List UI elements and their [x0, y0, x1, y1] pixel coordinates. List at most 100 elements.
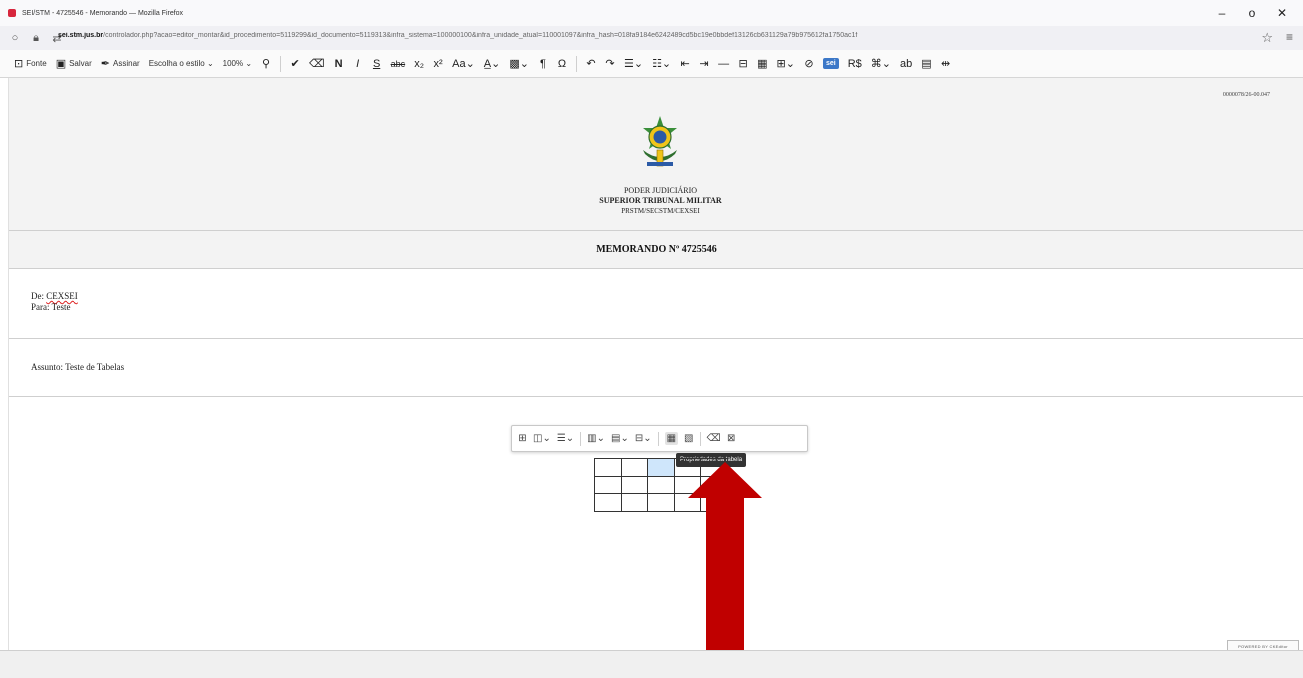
underline-icon[interactable]: S [372, 58, 382, 70]
minimize-button[interactable]: – [1207, 4, 1237, 22]
expand-icon[interactable]: ⇹ [941, 57, 951, 70]
document-page[interactable]: 0000078/26-00.047 PODER JUDICIÁRIO SUPER… [8, 78, 1303, 650]
sei-link-button[interactable]: sei [822, 58, 839, 69]
to-line: Para: Teste [31, 302, 71, 312]
table-icon[interactable]: ⊞ [518, 433, 527, 444]
fonte-label: Fonte [26, 59, 47, 68]
fonte-button[interactable]: ⊡ Fonte [14, 54, 47, 74]
url-field[interactable]: sei.stm.jus.br/controlador.php?acao=edit… [58, 32, 1148, 39]
outdent-icon[interactable]: ⇤ [680, 57, 690, 70]
recipients-section[interactable]: De: CEXSEI Para: Teste [9, 269, 1303, 339]
url-path: /controlador.php?acao=editor_montar&id_p… [103, 32, 858, 39]
table-properties-icon[interactable]: ▦ [664, 432, 679, 445]
from-line: De: CEXSEI [31, 291, 78, 301]
eraser-icon[interactable]: ⌫ [707, 433, 721, 444]
window-controls: – o ✕ [1207, 4, 1297, 22]
subject-line: Assunto: Teste de Tabelas [31, 362, 125, 372]
editor-toolbar: ⊡ Fonte ▣ Salvar ✒ Assinar Escolha o estilo… [0, 50, 1303, 78]
source-code-icon: ⊡ [14, 58, 24, 70]
special-char-icon[interactable]: Ω [557, 58, 567, 70]
redo-icon[interactable]: ↷ [605, 57, 615, 70]
italic-icon[interactable]: I [353, 58, 363, 70]
link-icon[interactable]: ⊘ [804, 57, 814, 70]
url-host: sei.stm.jus.br [58, 32, 104, 39]
font-size-icon[interactable]: Aa⌄ [452, 57, 475, 70]
editor-footer [0, 650, 1303, 678]
table-row-icon[interactable]: ☰⌄ [557, 433, 574, 444]
org-line-1: PODER JUDICIÁRIO [623, 186, 698, 195]
assinar-label: Assinar [113, 59, 140, 68]
background-color-icon[interactable]: ▩⌄ [509, 57, 529, 70]
pen-icon: ✒ [100, 58, 110, 70]
bold-icon[interactable]: N [334, 58, 344, 70]
merge-cells-icon[interactable]: ⊟⌄ [635, 433, 652, 444]
remove-format-icon[interactable]: ⌫ [309, 57, 325, 70]
sei-favicon-icon [8, 9, 16, 17]
numbered-list-icon[interactable]: ☰⌄ [624, 57, 643, 70]
strikethrough-icon[interactable]: abc [391, 59, 406, 69]
undo-icon[interactable]: ↶ [586, 57, 596, 70]
horizontal-line-icon[interactable]: — [718, 58, 729, 70]
text-case-icon[interactable]: ab [900, 58, 912, 70]
table-cell-selected[interactable] [647, 458, 675, 477]
salvar-button[interactable]: ▣ Salvar [56, 54, 92, 74]
zoom-select[interactable]: 100% ⌄ [223, 54, 252, 74]
paragraph-mark-icon[interactable]: ¶ [538, 58, 548, 70]
close-button[interactable]: ✕ [1267, 4, 1297, 22]
toolbar-separator [575, 55, 577, 72]
bookmark-star-icon[interactable]: ☆ [1261, 30, 1273, 46]
subscript-icon[interactable]: x₂ [414, 58, 424, 70]
currency-icon[interactable]: R$ [848, 58, 862, 70]
from-value: CEXSEI [46, 291, 78, 301]
text-color-icon[interactable]: A̲⌄ [484, 57, 501, 70]
bulleted-list-icon[interactable]: ☷⌄ [652, 57, 671, 70]
address-bar: ○ 🔒︎ ⇄ sei.stm.jus.br/controlador.php?ac… [0, 26, 1303, 50]
hamburger-menu-icon[interactable]: ≡ [1286, 30, 1293, 44]
memo-title-section: MEMORANDO Nº 4725546 [9, 231, 1303, 269]
assinar-button[interactable]: ✒ Assinar [101, 54, 140, 74]
shield-icon[interactable]: ○ [9, 32, 21, 44]
document-header: 0000078/26-00.047 PODER JUDICIÁRIO SUPER… [9, 78, 1303, 231]
style-select[interactable]: Escolha o estilo ⌄ [149, 54, 214, 74]
insert-column-icon[interactable]: ▥⌄ [587, 433, 605, 444]
table-cell[interactable] [620, 475, 648, 494]
spellcheck-icon[interactable]: ✔ [290, 57, 300, 70]
comment-icon[interactable]: ▤ [921, 57, 931, 70]
window-titlebar: SEI/STM - 4725546 - Memorando — Mozilla … [0, 0, 1303, 26]
salvar-label: Salvar [69, 59, 92, 68]
document-number: 0000078/26-00.047 [1222, 92, 1270, 98]
cell-properties-icon[interactable]: ▧ [684, 433, 693, 444]
coat-of-arms-icon [643, 116, 677, 167]
table-column-icon[interactable]: ◫⌄ [533, 433, 551, 444]
toolbar-separator [699, 431, 701, 446]
find-replace-icon[interactable]: ⚲ [261, 57, 271, 70]
table-icon[interactable]: ⊞⌄ [777, 57, 795, 70]
table-cell[interactable] [620, 458, 648, 477]
code-icon[interactable]: ⌘⌄ [871, 57, 891, 70]
table-cell[interactable] [647, 475, 675, 494]
organization-heading: PODER JUDICIÁRIO SUPERIOR TRIBUNAL MILIT… [9, 186, 1303, 216]
insert-row-icon[interactable]: ▤⌄ [611, 433, 629, 444]
toolbar-separator [280, 55, 282, 72]
lock-icon[interactable]: 🔒︎ [30, 32, 42, 45]
table-cell[interactable] [594, 475, 622, 494]
table-cell[interactable] [594, 458, 622, 477]
window-title: SEI/STM - 4725546 - Memorando — Mozilla … [22, 9, 184, 17]
delete-table-icon[interactable]: ⊠ [727, 433, 736, 444]
annotation-arrow-icon [688, 462, 762, 658]
table-cell[interactable] [620, 493, 648, 512]
table-cell[interactable] [647, 493, 675, 512]
memo-title: MEMORANDO Nº 4725546 [596, 244, 717, 255]
org-line-3: PRSTM/SECSTM/CEXSEI [621, 207, 700, 215]
org-line-2: SUPERIOR TRIBUNAL MILITAR [599, 196, 722, 205]
save-icon: ▣ [55, 58, 67, 70]
indent-icon[interactable]: ⇥ [699, 57, 709, 70]
page-break-icon[interactable]: ⊟ [738, 57, 748, 70]
restore-button[interactable]: o [1237, 4, 1267, 22]
toolbar-separator [657, 431, 659, 446]
superscript-icon[interactable]: x² [433, 58, 443, 70]
image-icon[interactable]: ▦ [757, 57, 767, 70]
subject-section[interactable]: Assunto: Teste de Tabelas [9, 339, 1303, 397]
table-context-toolbar: ⊞ ◫⌄ ☰⌄ ▥⌄ ▤⌄ ⊟⌄ ▦ ▧ ⌫ ⊠ [511, 425, 808, 452]
table-cell[interactable] [594, 493, 622, 512]
